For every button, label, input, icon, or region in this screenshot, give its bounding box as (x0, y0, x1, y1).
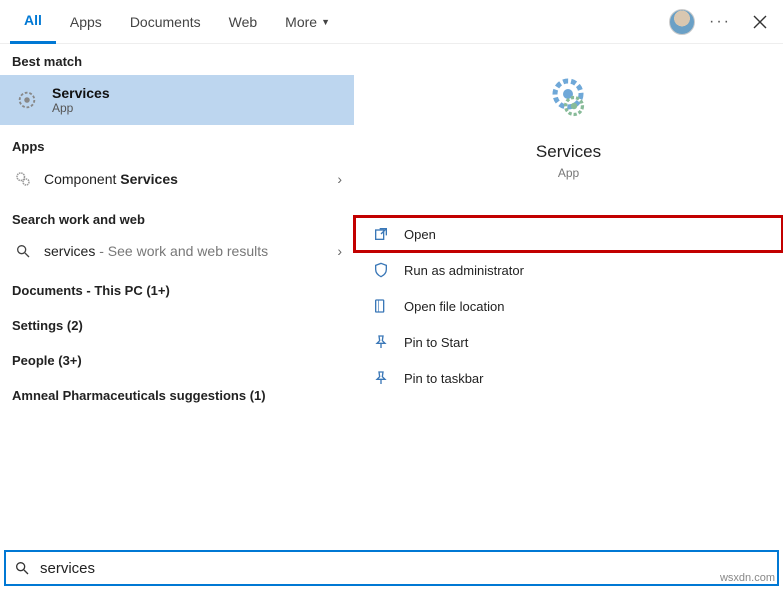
search-box[interactable] (4, 550, 779, 586)
section-people[interactable]: People (3+) (0, 339, 354, 374)
preview-subtitle: App (558, 166, 579, 180)
chevron-right-icon: › (337, 243, 342, 259)
web-query: services (44, 243, 95, 259)
tab-all[interactable]: All (10, 0, 56, 44)
action-run-admin[interactable]: Run as administrator (354, 252, 783, 288)
tab-documents[interactable]: Documents (116, 0, 215, 44)
action-list: Open Run as administrator Open file loca… (354, 216, 783, 396)
chevron-right-icon: › (337, 171, 342, 187)
web-suffix: - See work and web results (95, 243, 268, 259)
tab-web[interactable]: Web (215, 0, 272, 44)
shield-icon (370, 262, 392, 278)
result-text-bold: Services (120, 171, 178, 187)
close-icon (753, 15, 767, 29)
action-pin-taskbar-label: Pin to taskbar (404, 371, 484, 386)
attribution-text: wsxdn.com (718, 572, 777, 584)
pin-icon (370, 334, 392, 350)
filter-tabs: All Apps Documents Web More ▼ ··· (0, 0, 783, 44)
section-apps: Apps (0, 125, 354, 160)
pin-icon (370, 370, 392, 386)
best-match-result[interactable]: Services App (0, 75, 354, 125)
action-pin-start-label: Pin to Start (404, 335, 468, 350)
preview-panel: Services App Open Run as administrator (354, 44, 783, 544)
section-best-match: Best match (0, 44, 354, 75)
section-documents[interactable]: Documents - This PC (1+) (0, 269, 354, 304)
close-button[interactable] (747, 9, 773, 35)
search-icon (14, 560, 30, 576)
action-pin-taskbar[interactable]: Pin to taskbar (354, 360, 783, 396)
section-settings[interactable]: Settings (2) (0, 304, 354, 339)
action-open-location[interactable]: Open file location (354, 288, 783, 324)
tab-more[interactable]: More ▼ (271, 0, 344, 44)
open-icon (370, 226, 392, 242)
best-match-title: Services (52, 85, 110, 101)
user-avatar[interactable] (669, 9, 695, 35)
action-run-admin-label: Run as administrator (404, 263, 524, 278)
best-match-subtitle: App (52, 101, 110, 115)
result-web-search[interactable]: services - See work and web results › (0, 233, 354, 269)
results-panel: Best match Services App Apps Component S… (0, 44, 354, 544)
action-open-location-label: Open file location (404, 299, 504, 314)
chevron-down-icon: ▼ (321, 17, 330, 27)
action-open[interactable]: Open (354, 216, 783, 252)
preview-title: Services (536, 142, 601, 162)
component-services-icon (12, 170, 34, 188)
action-pin-start[interactable]: Pin to Start (354, 324, 783, 360)
search-input[interactable] (40, 560, 769, 577)
section-amneal[interactable]: Amneal Pharmaceuticals suggestions (1) (0, 374, 354, 409)
result-text-pre: Component (44, 171, 120, 187)
tab-apps[interactable]: Apps (56, 0, 116, 44)
section-search-web: Search work and web (0, 198, 354, 233)
folder-icon (370, 298, 392, 314)
more-options-button[interactable]: ··· (709, 13, 731, 31)
action-open-label: Open (404, 227, 436, 242)
services-icon (12, 85, 42, 115)
search-icon (12, 243, 34, 259)
tab-more-label: More (285, 14, 317, 30)
preview-app-icon (542, 74, 596, 128)
result-component-services[interactable]: Component Services › (0, 160, 354, 198)
